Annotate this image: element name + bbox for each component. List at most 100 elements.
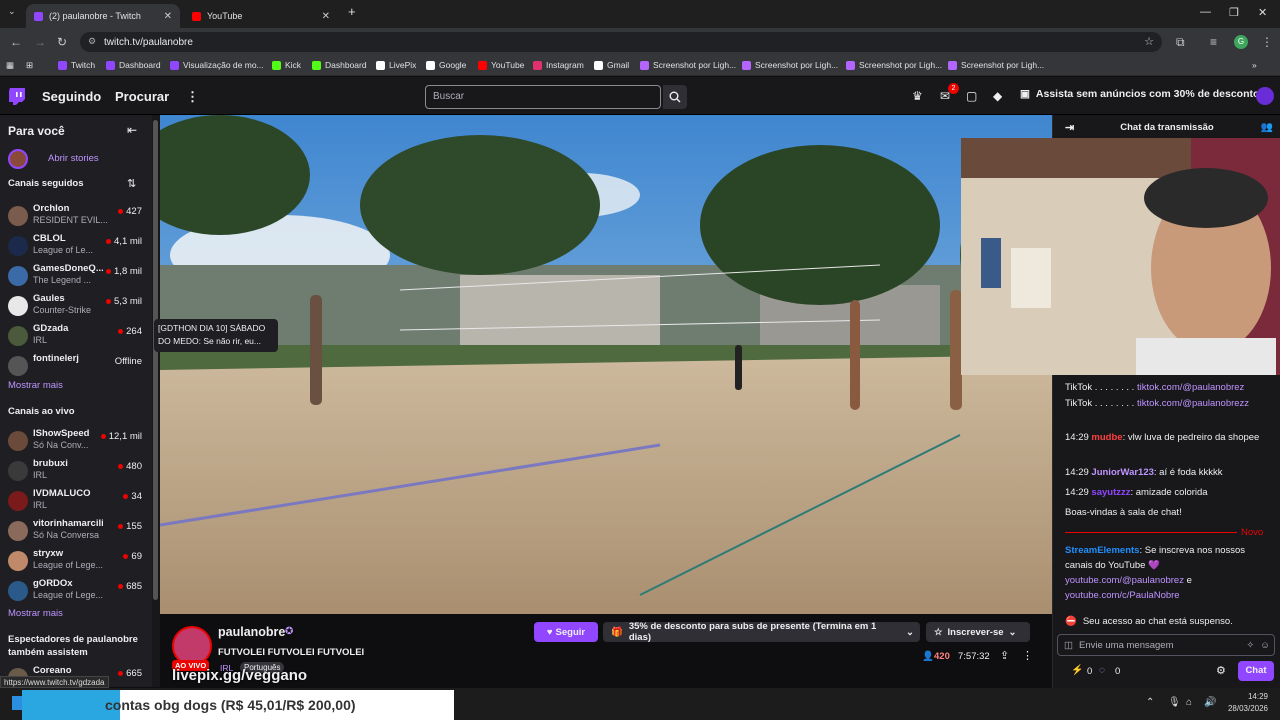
reload-icon[interactable]: ↻ <box>57 35 67 49</box>
chat-settings-icon[interactable]: ⚙ <box>1216 664 1226 677</box>
bookmark-item[interactable]: YouTube <box>478 60 524 70</box>
sidebar-channel[interactable]: IShowSpeed Só Na Conv... 12,1 mil <box>0 426 152 456</box>
extensions-icon[interactable]: ⧉ <box>1176 35 1185 50</box>
bits-cheer-icon[interactable]: ⚡ <box>1071 665 1083 676</box>
address-bar-row: ← → ↻ ⚙ twitch.tv/paulanobre ☆ ⧉ ≡ G ⋮ <box>0 28 1280 56</box>
network-icon[interactable]: ⌂ <box>1186 697 1192 708</box>
bookmark-item[interactable]: Dashboard <box>312 60 367 70</box>
bookmark-label: Kick <box>285 60 302 70</box>
sidebar-channel[interactable]: stryxw League of Lege... 69 <box>0 546 152 576</box>
emote-icon[interactable]: ☺ <box>1260 640 1274 651</box>
browser-tab-twitch[interactable]: (2) paulanobre - Twitch ✕ <box>26 4 180 28</box>
tiktok-link[interactable]: tiktok.com/@paulanobrez <box>1137 382 1244 393</box>
sidebar-channel[interactable]: Gaules Counter-Strike 5,3 mil <box>0 291 152 321</box>
tiktok-link[interactable]: tiktok.com/@paulanobrezz <box>1137 398 1249 409</box>
more-bookmarks-icon[interactable]: » <box>1252 60 1257 70</box>
msg-user[interactable]: sayutzzz <box>1091 487 1130 498</box>
share-icon[interactable]: ⇪ <box>1000 649 1009 662</box>
volume-icon[interactable]: 🔊 <box>1204 697 1216 708</box>
profile-avatar[interactable]: G <box>1234 35 1248 49</box>
open-stories-link[interactable]: Abrir stories <box>48 153 99 164</box>
browser-menu-icon[interactable]: ⋮ <box>1261 35 1273 49</box>
sidebar-channel[interactable]: GamesDoneQ... The Legend ... 1,8 mil <box>0 261 152 291</box>
minimize-icon[interactable]: — <box>1200 6 1211 18</box>
close-tab-icon[interactable]: ✕ <box>164 11 172 22</box>
bookmark-label: LivePix <box>389 60 417 70</box>
tray-chevron-icon[interactable]: ⌃ <box>1146 697 1154 708</box>
prime-crown-icon[interactable]: ♛ <box>912 89 923 103</box>
bookmark-item[interactable]: Dashboard <box>106 60 161 70</box>
site-info-icon[interactable]: ⚙ <box>88 36 96 47</box>
clock-date[interactable]: 28/03/2026 <box>1224 704 1268 713</box>
bookmark-item[interactable]: Twitch <box>58 60 95 70</box>
all-bookmarks-icon[interactable]: ⊞ <box>26 60 33 71</box>
reading-list-icon[interactable]: ≡ <box>1210 35 1217 49</box>
new-tab-icon[interactable]: + <box>348 4 356 19</box>
sort-icon[interactable]: ⇅ <box>127 177 136 190</box>
apps-icon[interactable]: ▦ <box>6 60 14 71</box>
bookmark-item[interactable]: LivePix <box>376 60 416 70</box>
nav-browse-link[interactable]: Procurar <box>115 89 169 104</box>
bookmark-item[interactable]: Screenshot por Ligh... <box>948 60 1044 70</box>
subscribe-button[interactable]: ☆ Inscrever-se ⌄ <box>926 622 1030 642</box>
show-more-followed-link[interactable]: Mostrar mais <box>8 380 63 391</box>
bookmark-item[interactable]: Kick <box>272 60 301 70</box>
youtube-link-1[interactable]: youtube.com/@paulanobrez <box>1065 575 1184 586</box>
bookmark-item[interactable]: Screenshot por Ligh... <box>846 60 942 70</box>
chat-input[interactable]: ◫ Envie uma mensagem ✧ ☺ <box>1057 634 1275 656</box>
sidebar-scroll-thumb[interactable] <box>153 120 158 600</box>
sidebar-channel[interactable]: gORDOx League of Lege... 685 <box>0 576 152 606</box>
search-button[interactable] <box>663 85 687 109</box>
sidebar-channel[interactable]: IVDMALUCO IRL 34 <box>0 486 152 516</box>
collapse-sidebar-icon[interactable]: ⇤ <box>127 123 137 137</box>
bookmark-item[interactable]: Screenshot por Ligh... <box>640 60 736 70</box>
sidebar-channel[interactable]: fontinelerj Offline <box>0 351 152 381</box>
sidebar-channel[interactable]: CBLOL League of Le... 4,1 mil <box>0 231 152 261</box>
bookmark-item[interactable]: Screenshot por Ligh... <box>742 60 838 70</box>
youtube-link-2[interactable]: youtube.com/c/PaulaNobre <box>1065 590 1180 601</box>
follow-button[interactable]: ♥ Seguir <box>534 622 598 642</box>
chat-send-button[interactable]: Chat <box>1238 661 1274 681</box>
close-tab-icon[interactable]: ✕ <box>322 11 330 22</box>
restore-icon[interactable]: ❐ <box>1229 6 1239 19</box>
gift-subs-promo-button[interactable]: 🎁 35% de desconto para subs de presente (… <box>603 621 920 643</box>
msg-user[interactable]: StreamElements <box>1065 545 1139 556</box>
sidebar-channel[interactable]: GDzada IRL 264 <box>0 321 152 351</box>
clock-time[interactable]: 14:29 <box>1240 692 1268 701</box>
tab-search-icon[interactable]: ⌄ <box>8 6 16 17</box>
twitch-logo-icon[interactable] <box>8 87 26 105</box>
live-dot-icon <box>100 434 106 439</box>
msg-user[interactable]: JuniorWar123 <box>1091 467 1153 478</box>
more-icon[interactable]: ⋮ <box>1022 649 1033 662</box>
forward-icon[interactable]: → <box>34 35 46 49</box>
user-avatar[interactable] <box>1256 87 1274 105</box>
more-options-icon[interactable]: ⋮ <box>186 89 199 105</box>
channel-points-icon[interactable]: ◌ <box>1099 665 1105 676</box>
address-bar[interactable]: ⚙ twitch.tv/paulanobre ☆ <box>80 32 1162 52</box>
whispers-icon[interactable]: ▢ <box>966 89 977 103</box>
back-icon[interactable]: ← <box>10 35 22 49</box>
chat-effects-icon[interactable]: ✧ <box>1246 640 1254 651</box>
bookmark-star-icon[interactable]: ☆ <box>1144 35 1154 48</box>
video-player[interactable] <box>160 115 1052 614</box>
channel-name[interactable]: paulanobre <box>218 625 285 639</box>
browser-tab-youtube[interactable]: YouTube ✕ <box>184 4 338 28</box>
bits-icon[interactable]: ◆ <box>993 89 1002 103</box>
channel-avatar <box>8 431 28 451</box>
bookmark-item[interactable]: Google <box>426 60 466 70</box>
search-input[interactable]: Buscar <box>425 85 661 109</box>
ad-free-promo-button[interactable]: ▣ Assista sem anúncios com 30% de descon… <box>1020 88 1259 100</box>
tab-title: YouTube <box>207 11 243 21</box>
bookmark-item[interactable]: Visualização de mo... <box>170 60 264 70</box>
microphone-icon[interactable]: 🎙 <box>1168 697 1181 708</box>
sidebar-channel[interactable]: Orchlon RESIDENT EVIL... 427 <box>0 201 152 231</box>
nav-following-link[interactable]: Seguindo <box>42 89 101 104</box>
stories-avatar[interactable] <box>8 149 28 169</box>
bookmark-item[interactable]: Instagram <box>533 60 584 70</box>
msg-user[interactable]: mudbe <box>1091 432 1122 443</box>
bookmark-item[interactable]: Gmail <box>594 60 629 70</box>
show-more-live-link[interactable]: Mostrar mais <box>8 608 63 619</box>
close-window-icon[interactable]: ✕ <box>1258 6 1267 19</box>
sidebar-channel[interactable]: brubuxi IRL 480 <box>0 456 152 486</box>
sidebar-channel[interactable]: vitorinhamarcilio Só Na Conversa 155 <box>0 516 152 546</box>
